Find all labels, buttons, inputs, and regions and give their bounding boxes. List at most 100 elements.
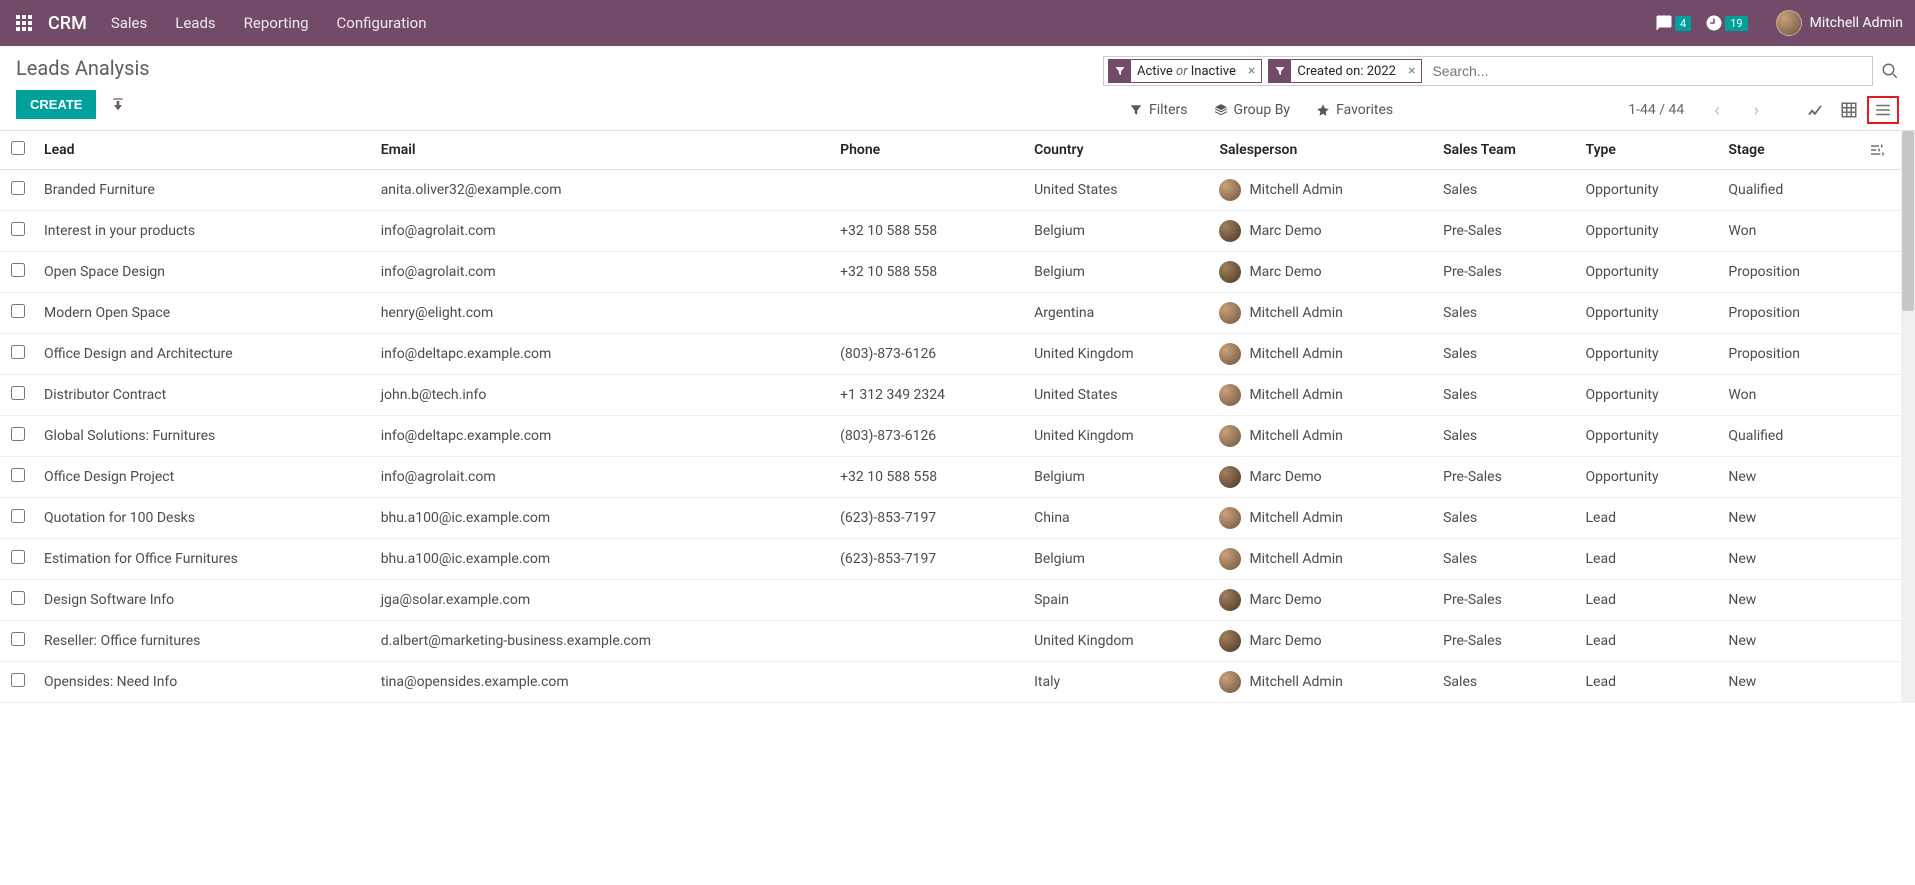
pager-next[interactable]: › — [1750, 100, 1763, 121]
cell-stage: Qualified — [1720, 170, 1861, 211]
table-row[interactable]: Interest in your productsinfo@agrolait.c… — [0, 211, 1901, 252]
row-checkbox[interactable] — [11, 468, 25, 482]
cell-stage: New — [1720, 621, 1861, 662]
pager-text[interactable]: 1-44 / 44 — [1628, 102, 1684, 118]
cell-email: info@agrolait.com — [373, 457, 832, 498]
cell-type: Opportunity — [1578, 375, 1721, 416]
facet-remove[interactable]: × — [1402, 63, 1421, 79]
cell-email: info@agrolait.com — [373, 211, 832, 252]
nav-leads[interactable]: Leads — [175, 14, 215, 32]
cell-phone: +32 10 588 558 — [832, 252, 1026, 293]
table-row[interactable]: Global Solutions: Furnituresinfo@deltapc… — [0, 416, 1901, 457]
funnel-icon — [1109, 60, 1131, 82]
col-email[interactable]: Email — [373, 131, 832, 170]
messages-button[interactable]: 4 — [1655, 14, 1691, 32]
row-checkbox[interactable] — [11, 181, 25, 195]
favorites-label: Favorites — [1336, 102, 1393, 118]
nav-sales[interactable]: Sales — [111, 14, 147, 32]
groupby-label: Group By — [1234, 102, 1291, 118]
row-checkbox[interactable] — [11, 427, 25, 441]
row-checkbox[interactable] — [11, 345, 25, 359]
row-checkbox[interactable] — [11, 673, 25, 687]
cell-lead: Office Design Project — [36, 457, 373, 498]
user-menu[interactable]: Mitchell Admin — [1776, 10, 1903, 36]
row-checkbox[interactable] — [11, 263, 25, 277]
table-row[interactable]: Modern Open Spacehenry@elight.comArgenti… — [0, 293, 1901, 334]
cell-phone — [832, 621, 1026, 662]
create-button[interactable]: CREATE — [16, 90, 96, 119]
pager-prev[interactable]: ‹ — [1710, 100, 1723, 121]
search-input[interactable] — [1428, 60, 1868, 82]
col-salesperson[interactable]: Salesperson — [1211, 131, 1435, 170]
cell-salesperson: Marc Demo — [1211, 457, 1435, 498]
column-options[interactable] — [1861, 131, 1901, 170]
cell-email: henry@elight.com — [373, 293, 832, 334]
app-brand[interactable]: CRM — [48, 13, 87, 34]
cell-lead: Branded Furniture — [36, 170, 373, 211]
facet-remove[interactable]: × — [1242, 63, 1261, 79]
avatar-icon — [1219, 589, 1241, 611]
row-checkbox[interactable] — [11, 591, 25, 605]
avatar-icon — [1219, 630, 1241, 652]
cell-country: United Kingdom — [1026, 334, 1211, 375]
select-all-checkbox[interactable] — [11, 141, 25, 155]
cell-salesperson: Mitchell Admin — [1211, 170, 1435, 211]
row-checkbox[interactable] — [11, 632, 25, 646]
table-row[interactable]: Reseller: Office furnituresd.albert@mark… — [0, 621, 1901, 662]
favorites-button[interactable]: Favorites — [1316, 102, 1393, 118]
table-row[interactable]: Design Software Infojga@solar.example.co… — [0, 580, 1901, 621]
table-row[interactable]: Opensides: Need Infotina@opensides.examp… — [0, 662, 1901, 703]
table-row[interactable]: Office Design and Architectureinfo@delta… — [0, 334, 1901, 375]
table-row[interactable]: Estimation for Office Furnituresbhu.a100… — [0, 539, 1901, 580]
activities-button[interactable]: 19 — [1705, 14, 1747, 32]
cell-phone: (623)-853-7197 — [832, 539, 1026, 580]
col-stage[interactable]: Stage — [1720, 131, 1861, 170]
nav-configuration[interactable]: Configuration — [337, 14, 427, 32]
table-row[interactable]: Quotation for 100 Desksbhu.a100@ic.examp… — [0, 498, 1901, 539]
nav-reporting[interactable]: Reporting — [244, 14, 309, 32]
row-checkbox[interactable] — [11, 509, 25, 523]
col-lead[interactable]: Lead — [36, 131, 373, 170]
cell-salesteam: Pre-Sales — [1435, 580, 1577, 621]
col-type[interactable]: Type — [1578, 131, 1721, 170]
cell-type: Lead — [1578, 580, 1721, 621]
messages-badge: 4 — [1675, 16, 1691, 31]
cell-lead: Global Solutions: Furnitures — [36, 416, 373, 457]
view-pivot-button[interactable] — [1833, 96, 1865, 124]
row-checkbox[interactable] — [11, 386, 25, 400]
table-row[interactable]: Distributor Contractjohn.b@tech.info+1 3… — [0, 375, 1901, 416]
search-button[interactable] — [1881, 62, 1899, 80]
table-row[interactable]: Open Space Designinfo@agrolait.com+32 10… — [0, 252, 1901, 293]
apps-menu-button[interactable] — [12, 11, 36, 35]
view-list-button[interactable] — [1867, 96, 1899, 124]
view-graph-button[interactable] — [1799, 96, 1831, 124]
cell-country: Belgium — [1026, 252, 1211, 293]
groupby-button[interactable]: Group By — [1214, 102, 1291, 118]
cell-country: United Kingdom — [1026, 416, 1211, 457]
row-checkbox[interactable] — [11, 222, 25, 236]
col-phone[interactable]: Phone — [832, 131, 1026, 170]
cell-salesteam: Sales — [1435, 498, 1577, 539]
col-salesteam[interactable]: Sales Team — [1435, 131, 1577, 170]
cell-stage: New — [1720, 662, 1861, 703]
col-country[interactable]: Country — [1026, 131, 1211, 170]
clock-icon — [1705, 14, 1723, 32]
cell-stage: New — [1720, 498, 1861, 539]
scrollbar-thumb[interactable] — [1902, 131, 1914, 311]
cell-stage: New — [1720, 580, 1861, 621]
avatar-icon — [1219, 425, 1241, 447]
export-button[interactable] — [110, 97, 126, 113]
row-checkbox[interactable] — [11, 550, 25, 564]
activities-badge: 19 — [1725, 16, 1747, 31]
toolbar: Filters Group By Favorites 1-44 / 44 ‹ › — [1129, 96, 1899, 124]
cell-phone: +32 10 588 558 — [832, 457, 1026, 498]
cell-salesteam: Pre-Sales — [1435, 457, 1577, 498]
table-row[interactable]: Office Design Projectinfo@agrolait.com+3… — [0, 457, 1901, 498]
row-checkbox[interactable] — [11, 304, 25, 318]
cell-email: d.albert@marketing-business.example.com — [373, 621, 832, 662]
table-row[interactable]: Branded Furnitureanita.oliver32@example.… — [0, 170, 1901, 211]
scrollbar-track[interactable] — [1901, 131, 1915, 703]
cell-lead: Estimation for Office Furnitures — [36, 539, 373, 580]
cell-salesteam: Sales — [1435, 293, 1577, 334]
filters-button[interactable]: Filters — [1129, 102, 1188, 118]
